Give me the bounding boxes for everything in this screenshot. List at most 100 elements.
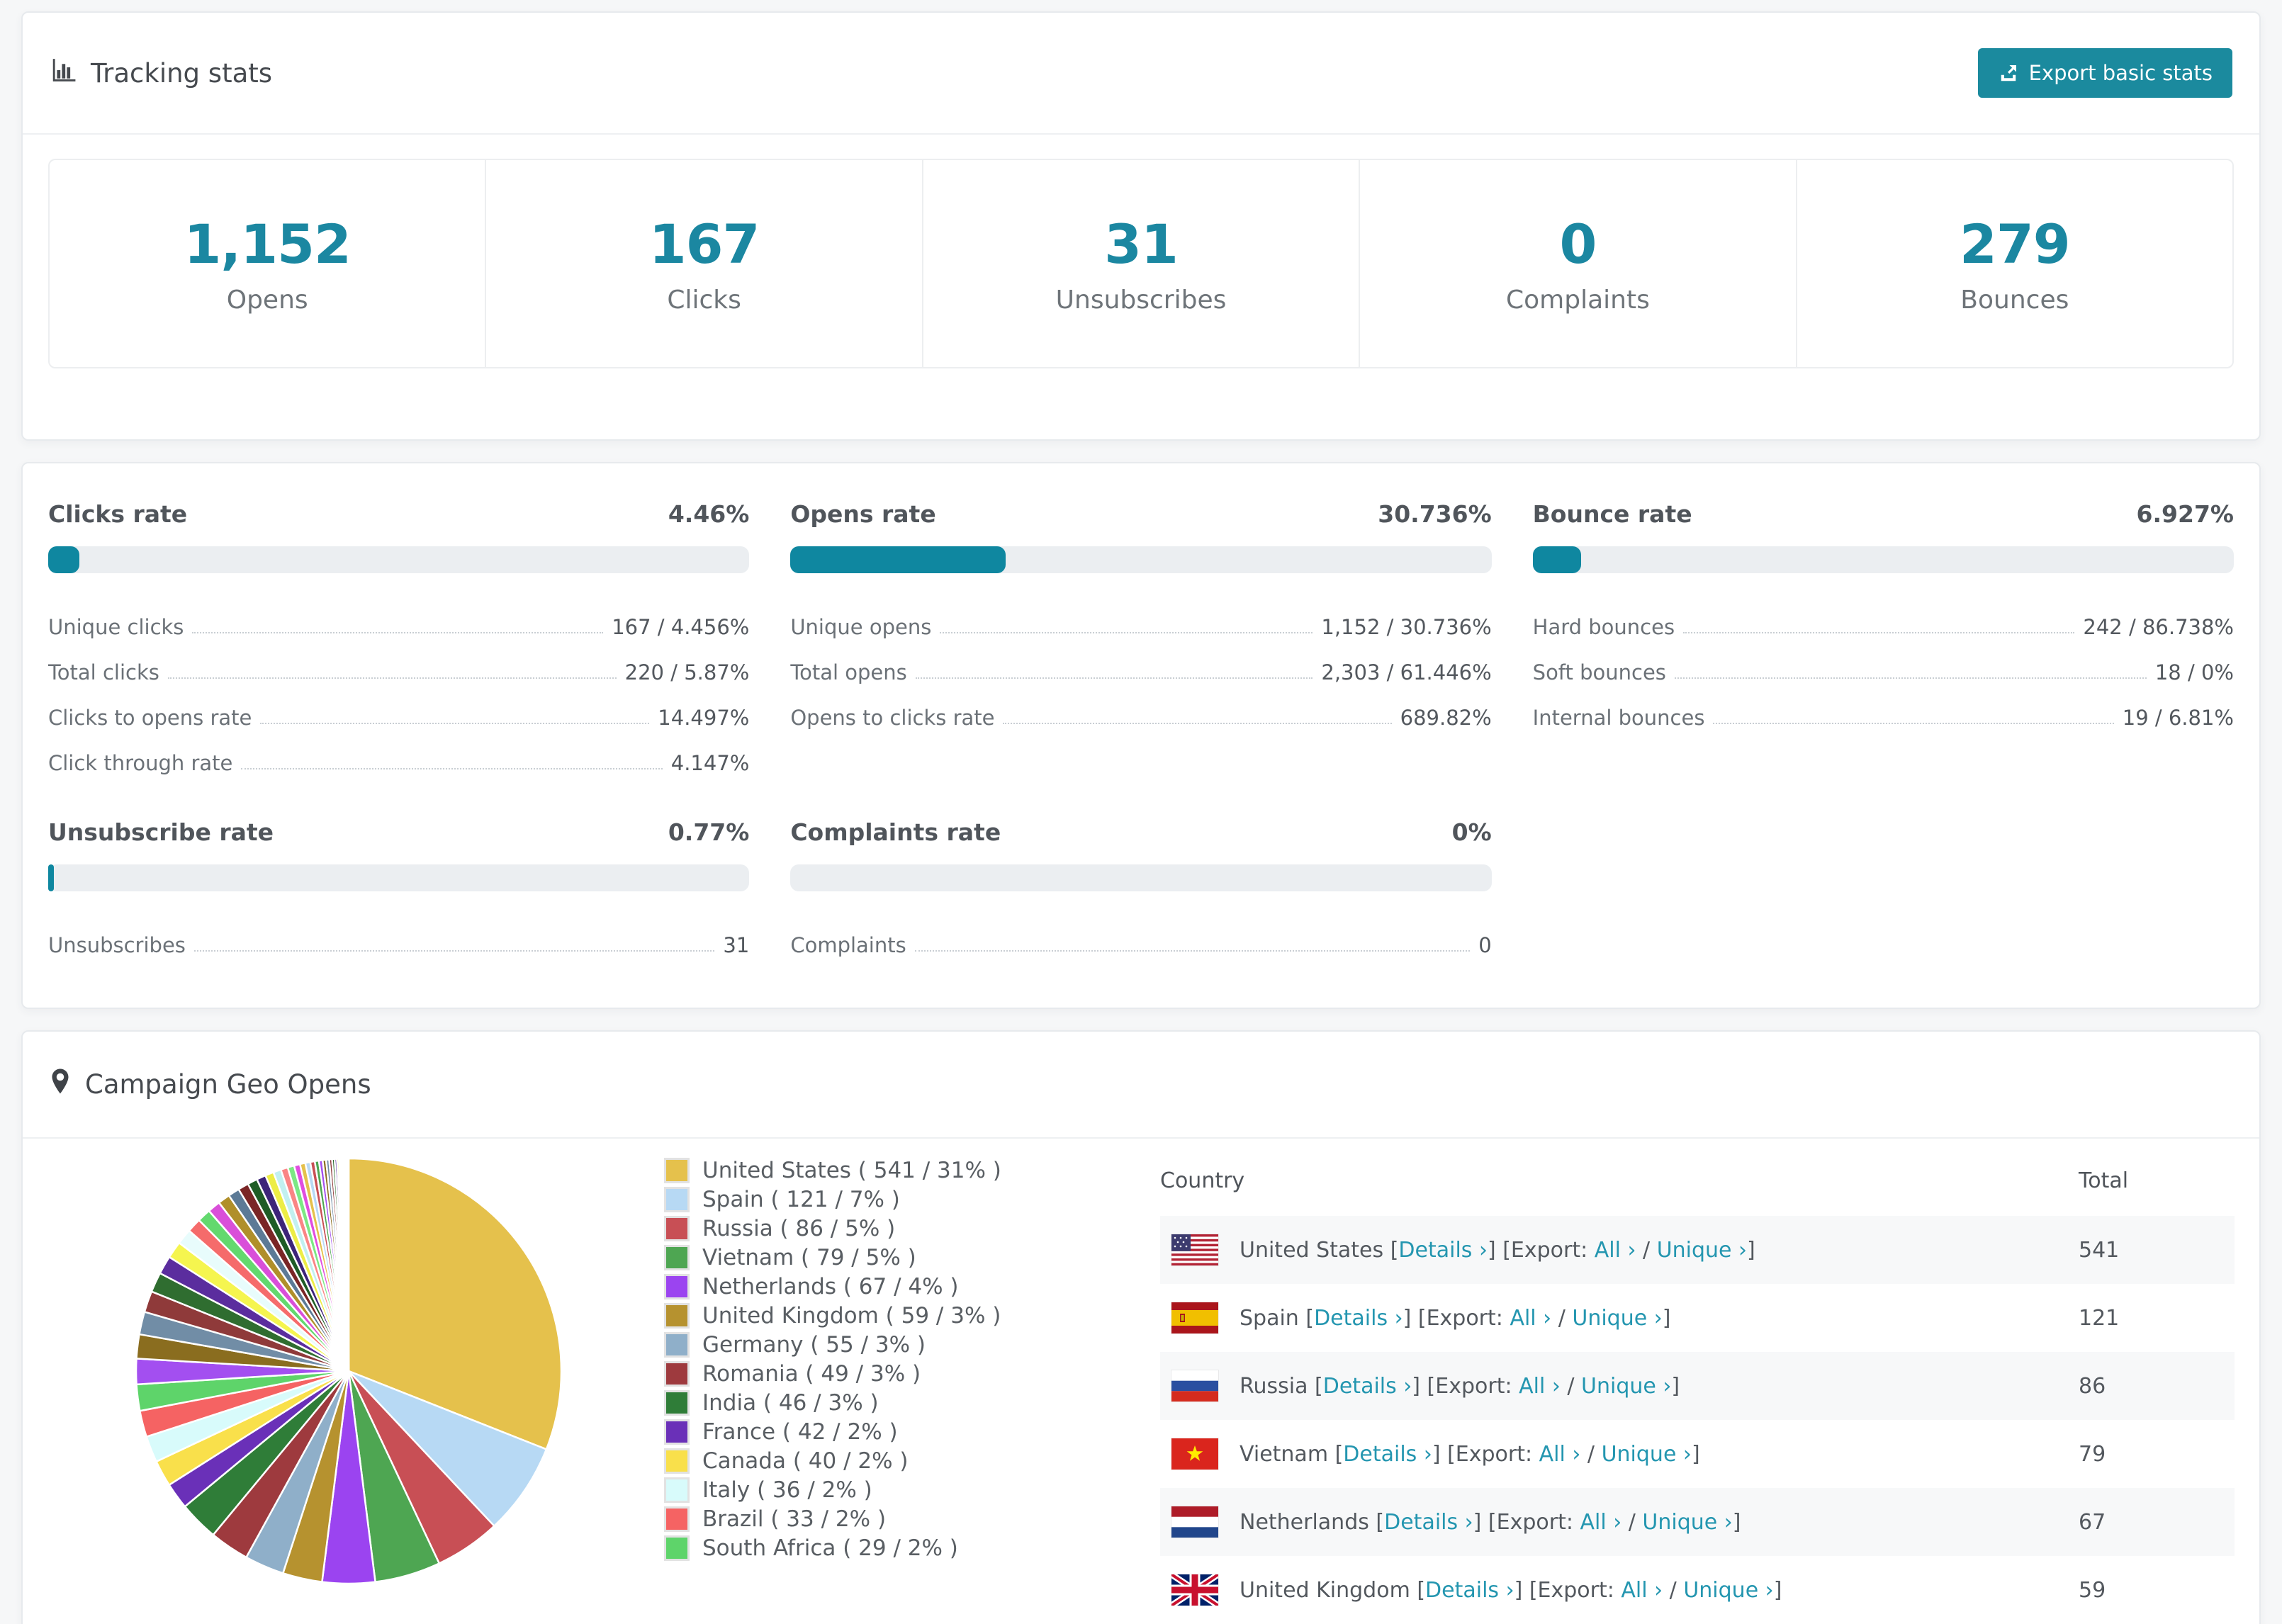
- details-link[interactable]: Details ›: [1314, 1306, 1403, 1331]
- country-name: Netherlands: [1240, 1509, 1369, 1535]
- legend-swatch: [664, 1419, 690, 1445]
- stat-box: 0 Complaints: [1359, 160, 1795, 367]
- legend-label: Spain ( 121 / 7% ): [702, 1186, 900, 1212]
- country-flag-icon: [1171, 1506, 1218, 1538]
- rate-section: Complaints rate 0% Complaints 0: [790, 818, 1492, 968]
- map-pin-icon: [50, 1067, 71, 1102]
- rate-section: Unsubscribe rate 0.77% Unsubscribes 31: [48, 818, 750, 968]
- dotted-leader: [914, 950, 1471, 952]
- dotted-leader: [260, 723, 650, 724]
- dotted-leader: [1003, 723, 1392, 724]
- export-unique-link[interactable]: Unique ›: [1602, 1442, 1692, 1467]
- detail-label: Clicks to opens rate: [48, 706, 252, 730]
- export-all-link[interactable]: All ›: [1510, 1306, 1551, 1331]
- country-total: 59: [2079, 1577, 2106, 1603]
- export-unique-link[interactable]: Unique ›: [1581, 1374, 1671, 1399]
- export-all-link[interactable]: All ›: [1539, 1442, 1581, 1467]
- details-link[interactable]: Details ›: [1398, 1238, 1488, 1263]
- legend-label: United Kingdom ( 59 / 3% ): [702, 1302, 1001, 1329]
- export-unique-link[interactable]: Unique ›: [1683, 1578, 1773, 1603]
- export-all-link[interactable]: All ›: [1519, 1374, 1561, 1399]
- detail-label: Complaints: [790, 933, 906, 957]
- rate-detail-rows: Hard bounces 242 / 86.738% Soft bounces …: [1533, 604, 2234, 740]
- legend-swatch: [664, 1244, 690, 1270]
- export-unique-link[interactable]: Unique ›: [1657, 1238, 1747, 1263]
- detail-value: 1,152 / 30.736%: [1321, 615, 1492, 639]
- country-total: 79: [2079, 1441, 2106, 1467]
- detail-label: Opens to clicks rate: [790, 706, 995, 730]
- rate-value: 0%: [1451, 818, 1492, 846]
- geo-header: Campaign Geo Opens: [23, 1032, 2259, 1139]
- country-name: United Kingdom: [1240, 1577, 1410, 1603]
- legend-swatch: [664, 1448, 690, 1474]
- legend-label: South Africa ( 29 / 2% ): [702, 1535, 958, 1561]
- legend-item: Spain ( 121 / 7% ): [664, 1185, 1160, 1214]
- export-icon: [1998, 62, 2019, 84]
- details-link[interactable]: Details ›: [1343, 1442, 1432, 1467]
- country-name: United States: [1240, 1237, 1384, 1263]
- detail-value: 14.497%: [658, 706, 750, 730]
- export-basic-stats-button[interactable]: Export basic stats: [1977, 48, 2232, 98]
- tracking-stats-title: Tracking stats: [50, 57, 272, 90]
- detail-label: Internal bounces: [1532, 706, 1705, 730]
- country-cell-text: Netherlands [Details ›] [Export: All › /…: [1240, 1509, 1741, 1535]
- stat-value: 31: [1104, 213, 1179, 276]
- rate-progress-bar: [48, 546, 750, 573]
- dotted-leader: [192, 632, 604, 633]
- rate-title: Complaints rate: [790, 818, 1001, 846]
- geo-table: Country Total United States [Details ›] …: [1160, 1139, 2235, 1624]
- export-unique-link[interactable]: Unique ›: [1572, 1306, 1662, 1331]
- country-name: Spain: [1240, 1305, 1299, 1331]
- legend-swatch: [664, 1186, 690, 1212]
- details-link[interactable]: Details ›: [1384, 1510, 1473, 1535]
- legend-item: Netherlands ( 67 / 4% ): [664, 1272, 1160, 1301]
- stat-label: Unsubscribes: [1055, 286, 1227, 315]
- legend-label: Vietnam ( 79 / 5% ): [702, 1244, 916, 1270]
- detail-label: Total opens: [790, 660, 907, 684]
- export-button-label: Export basic stats: [2028, 61, 2213, 85]
- details-link[interactable]: Details ›: [1425, 1578, 1514, 1603]
- legend-item: India ( 46 / 3% ): [664, 1388, 1160, 1417]
- export-unique-link[interactable]: Unique ›: [1642, 1510, 1732, 1535]
- detail-label: Unsubscribes: [48, 933, 186, 957]
- country-flag-icon: [1171, 1438, 1218, 1470]
- stat-label: Clicks: [667, 286, 741, 315]
- stat-value: 1,152: [184, 213, 352, 276]
- table-row: Spain [Details ›] [Export: All › / Uniqu…: [1160, 1284, 2235, 1352]
- details-link[interactable]: Details ›: [1323, 1374, 1412, 1399]
- detail-value: 19 / 6.81%: [2122, 706, 2234, 730]
- legend-swatch: [664, 1360, 690, 1387]
- table-row: Netherlands [Details ›] [Export: All › /…: [1160, 1488, 2235, 1556]
- rate-title: Bounce rate: [1532, 500, 1692, 528]
- column-header-country: Country: [1160, 1168, 1245, 1193]
- legend-label: Brazil ( 33 / 2% ): [702, 1506, 887, 1532]
- legend-item: Canada ( 40 / 2% ): [664, 1446, 1160, 1475]
- detail-row: Hard bounces 242 / 86.738%: [1533, 604, 2234, 650]
- legend-label: France ( 42 / 2% ): [702, 1419, 898, 1445]
- legend-item: United States ( 541 / 31% ): [664, 1156, 1160, 1185]
- stat-label: Complaints: [1506, 286, 1650, 315]
- legend-label: Netherlands ( 67 / 4% ): [702, 1273, 959, 1299]
- geo-pie-chart: [122, 1144, 575, 1598]
- export-all-link[interactable]: All ›: [1621, 1578, 1663, 1603]
- rate-progress-bar: [48, 864, 750, 891]
- rate-title: Clicks rate: [48, 500, 188, 528]
- country-flag-icon: [1171, 1302, 1218, 1333]
- page-title: Tracking stats: [91, 57, 273, 89]
- legend-item: Romania ( 49 / 3% ): [664, 1359, 1160, 1388]
- detail-row: Unsubscribes 31: [48, 923, 749, 968]
- legend-item: Vietnam ( 79 / 5% ): [664, 1243, 1160, 1272]
- rates-grid: Clicks rate 4.46% Unique clicks 167 / 4.…: [23, 463, 2259, 1008]
- country-total: 67: [2079, 1509, 2106, 1535]
- detail-row: Unique opens 1,152 / 30.736%: [790, 604, 1491, 650]
- detail-value: 689.82%: [1400, 706, 1492, 730]
- export-all-link[interactable]: All ›: [1595, 1238, 1636, 1263]
- detail-value: 242 / 86.738%: [2083, 615, 2234, 639]
- legend-label: Germany ( 55 / 3% ): [702, 1331, 926, 1358]
- stat-box: 167 Clicks: [485, 160, 921, 367]
- detail-value: 220 / 5.87%: [624, 660, 750, 684]
- country-total: 121: [2079, 1305, 2120, 1331]
- legend-item: Italy ( 36 / 2% ): [664, 1475, 1160, 1504]
- detail-value: 0: [1478, 933, 1492, 957]
- export-all-link[interactable]: All ›: [1580, 1510, 1621, 1535]
